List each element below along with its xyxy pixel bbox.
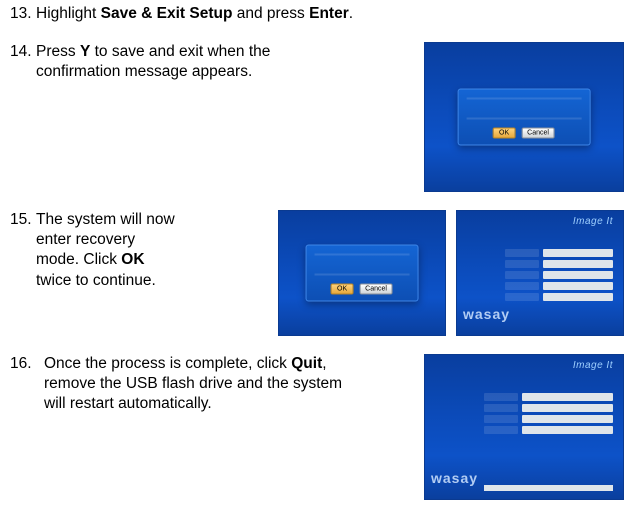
step-15: 15. The system will now enter recovery m… [10, 210, 624, 336]
ok-button: OK [493, 128, 515, 139]
step-text: Press Y to save and exit when the confir… [36, 42, 356, 82]
figure-group: OK Cancel Image It wasay [278, 210, 624, 336]
step-body: The system will now enter recovery mode.… [36, 210, 624, 336]
step-text: The system will now enter recovery mode.… [36, 210, 178, 291]
brand-wasay: wasay [463, 305, 510, 323]
dialog-buttons: OK Cancel [463, 128, 586, 139]
form-row [505, 271, 613, 279]
progress-bar [484, 485, 613, 491]
cancel-button: Cancel [521, 128, 555, 139]
form-row [505, 293, 613, 301]
text: . [349, 5, 353, 22]
ok-button: OK [331, 284, 353, 295]
step-16: 16. Once the pro­cess is complete, click… [10, 354, 624, 500]
form-panel [484, 393, 613, 434]
step-body: Press Y to save and exit when the confir… [36, 42, 624, 192]
dialog-message-placeholder [315, 254, 410, 276]
figure-group: OK Cancel [424, 42, 624, 192]
text: Once the pro­cess is complete, click [44, 355, 291, 372]
screenshot-image-it-progress: Image It wasay [424, 354, 624, 500]
screenshot-image-it-setup: Image It wasay [456, 210, 624, 336]
form-row [484, 415, 613, 423]
step-14: 14. Press Y to save and exit when the co… [10, 42, 624, 192]
bold-text: Y [80, 43, 90, 60]
text: and press [232, 5, 309, 22]
step-body: Once the pro­cess is complete, click Qui… [44, 354, 624, 500]
figure-group: Image It wasay [424, 354, 624, 500]
form-row [484, 404, 613, 412]
step-number: 14. [10, 42, 36, 62]
text: Press [36, 43, 80, 60]
step-text: Once the pro­cess is complete, click Qui… [44, 354, 364, 414]
form-row [484, 393, 613, 401]
form-row [505, 260, 613, 268]
step-number: 16. [10, 354, 44, 374]
form-row [505, 282, 613, 290]
bold-text: OK [121, 251, 144, 268]
screenshot-recovery-dialog: OK Cancel [278, 210, 446, 336]
step-body: Highlight Save & Exit Setup and press En… [36, 4, 624, 24]
dialog-message-placeholder [467, 98, 582, 120]
screenshot-bios-confirm: OK Cancel [424, 42, 624, 192]
brand-wasay: wasay [431, 469, 478, 487]
bold-text: Save & Exit Setup [101, 5, 233, 22]
step-number: 15. [10, 210, 36, 230]
bold-text: Quit [291, 355, 322, 372]
text: twice to continue. [36, 272, 156, 289]
step-number: 13. [10, 4, 36, 24]
text: Highlight [36, 5, 101, 22]
brand-image-it: Image It [573, 215, 613, 228]
dialog-box: OK Cancel [458, 89, 591, 146]
dialog-box: OK Cancel [306, 245, 419, 302]
bold-text: Enter [309, 5, 349, 22]
form-row [484, 426, 613, 434]
cancel-button: Cancel [359, 284, 393, 295]
form-panel [505, 249, 613, 301]
dialog-buttons: OK Cancel [311, 284, 414, 295]
text: The system will now enter recovery mode.… [36, 211, 175, 268]
step-text: Highlight Save & Exit Setup and press En… [36, 4, 353, 24]
step-13: 13. Highlight Save & Exit Setup and pres… [10, 4, 624, 24]
brand-image-it: Image It [573, 359, 613, 372]
form-row [505, 249, 613, 257]
